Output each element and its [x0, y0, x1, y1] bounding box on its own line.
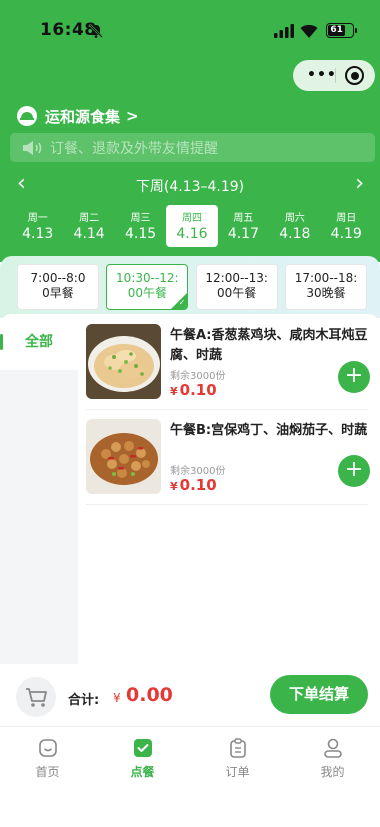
status-bar: 16:48 61 — [0, 20, 380, 44]
next-week-icon[interactable]: › — [355, 172, 364, 196]
category-sidebar: 全部 — [0, 314, 78, 664]
meal-period-selector: 7:00--8:0 0早餐 10:30--12: 00午餐 ✓ 12:00--13: 0… — [17, 264, 367, 310]
meal-lunch-1[interactable]: 10:30--12: 00午餐 ✓ — [106, 264, 189, 310]
tab-home[interactable]: 首页 — [0, 727, 95, 786]
day-fri[interactable]: 周五 4.17 — [218, 205, 269, 247]
add-to-cart-button[interactable]: + — [338, 455, 370, 487]
item-name: 午餐A:香葱蒸鸡块、咸肉木耳炖豆腐、时蔬 — [170, 328, 368, 363]
total-currency: ¥ — [113, 691, 121, 705]
day-date: 4.19 — [330, 226, 362, 242]
day-date: 4.15 — [124, 226, 157, 242]
capsule-divider — [335, 68, 336, 83]
item-divider — [86, 409, 368, 410]
meal-name: 30晚餐 — [306, 286, 346, 300]
meal-time: 7:00--8:0 — [30, 271, 86, 285]
tab-order-food[interactable]: 点餐 — [95, 727, 190, 786]
item-divider — [86, 504, 368, 505]
menu-item[interactable]: 午餐B:宫保鸡丁、油焖茄子、时蔬 剩余3000份 ¥0.10 + — [86, 411, 374, 506]
total-label: 合计: — [68, 693, 100, 708]
tab-label: 我的 — [320, 765, 345, 779]
close-miniapp-icon[interactable] — [345, 66, 364, 85]
bottom-tab-bar: 首页 点餐 订单 我的 — [0, 726, 380, 786]
category-all[interactable]: 全部 — [0, 314, 78, 370]
item-stock: 剩余3000份 — [170, 466, 226, 477]
meal-time: 10:30--12: — [116, 271, 179, 285]
day-weekday: 周五 — [233, 213, 254, 224]
meal-name: 0早餐 — [42, 286, 74, 300]
signal-icon — [274, 24, 294, 38]
meal-lunch-2[interactable]: 12:00--13: 00午餐 — [195, 264, 278, 310]
check-icon: ✓ — [178, 298, 186, 307]
day-weekday: 周二 — [79, 213, 100, 224]
week-title: 下周(4.13–4.19) — [135, 179, 245, 195]
day-date: 4.13 — [22, 226, 54, 242]
day-date: 4.14 — [73, 226, 105, 242]
day-date: 4.18 — [279, 226, 311, 242]
day-date: 4.16 — [176, 226, 208, 242]
day-weekday: 周日 — [336, 213, 357, 224]
home-icon — [38, 739, 57, 757]
wifi-icon — [300, 24, 318, 38]
shopping-cart-icon — [26, 688, 47, 707]
clipboard-icon — [229, 738, 246, 758]
add-to-cart-button[interactable]: + — [338, 361, 370, 393]
meal-name: 00午餐 — [217, 286, 257, 300]
kung-pao-chicken-photo — [86, 419, 161, 494]
day-weekday: 周六 — [284, 213, 305, 224]
notice-bar[interactable]: 订餐、退款及外带友情提醒 — [10, 133, 375, 162]
meal-breakfast[interactable]: 7:00--8:0 0早餐 — [17, 264, 99, 310]
day-selector: 周一 4.13 周二 4.14 周三 4.15 周四 4.16 周五 4.17 周六 4.1… — [12, 205, 372, 247]
notice-text: 订餐、退款及外带友情提醒 — [50, 140, 218, 157]
meal-name: 00午餐 — [127, 286, 167, 300]
page: 16:48 61 ••• 运和源食集 > 订餐、退款及外带友情提醒 ‹ 下周(4… — [0, 0, 380, 827]
day-sun[interactable]: 周日 4.19 — [321, 205, 372, 247]
item-name: 午餐B:宫保鸡丁、油焖茄子、时蔬 — [170, 423, 368, 438]
meal-time: 17:00--18: — [294, 271, 358, 285]
day-mon[interactable]: 周一 4.13 — [12, 205, 63, 247]
day-tue[interactable]: 周二 4.14 — [63, 205, 114, 247]
item-stock: 剩余3000份 — [170, 371, 226, 382]
price-currency: ¥ — [170, 385, 178, 398]
day-wed[interactable]: 周三 4.15 — [115, 205, 166, 247]
tab-label: 订单 — [225, 765, 250, 779]
tab-profile[interactable]: 我的 — [285, 727, 380, 786]
total-amount: 0.00 — [126, 684, 173, 706]
megaphone-icon — [23, 140, 42, 155]
store-selector[interactable]: 运和源食集 > — [17, 105, 139, 127]
miniapp-capsule: ••• — [293, 60, 375, 91]
day-weekday: 周一 — [27, 213, 48, 224]
price-value: 0.10 — [179, 476, 217, 494]
store-cloche-icon — [17, 106, 37, 126]
day-thu[interactable]: 周四 4.16 — [166, 205, 218, 247]
more-icon[interactable]: ••• — [307, 67, 337, 83]
item-price: ¥0.10 — [170, 381, 217, 399]
menu-item[interactable]: 午餐A:香葱蒸鸡块、咸肉木耳炖豆腐、时蔬 剩余3000份 ¥0.10 + — [86, 316, 374, 411]
tab-orders[interactable]: 订单 — [190, 727, 285, 786]
battery-icon: 61 — [326, 23, 357, 38]
cart-bar: 合计: ¥ 0.00 下单结算 — [0, 664, 380, 726]
tab-label: 点餐 — [130, 765, 155, 779]
meal-time: 12:00--13: — [205, 271, 268, 285]
store-name: 运和源食集 — [45, 107, 121, 126]
day-weekday: 周四 — [181, 213, 202, 224]
week-navigator: ‹ 下周(4.13–4.19) › — [0, 172, 380, 198]
silent-bell-icon — [89, 24, 103, 38]
price-value: 0.10 — [179, 381, 217, 399]
battery-level: 61 — [328, 25, 346, 36]
profile-icon — [323, 738, 342, 758]
cart-button[interactable] — [16, 677, 56, 717]
steamed-chicken-photo — [86, 324, 161, 399]
day-sat[interactable]: 周六 4.18 — [269, 205, 320, 247]
order-food-icon — [133, 739, 152, 757]
day-date: 4.17 — [227, 226, 259, 242]
day-weekday: 周三 — [130, 213, 151, 224]
meal-dinner[interactable]: 17:00--18: 30晚餐 — [284, 264, 367, 310]
tab-label: 首页 — [35, 765, 60, 779]
chevron-right-icon: > — [126, 107, 139, 125]
item-price: ¥0.10 — [170, 476, 217, 494]
price-currency: ¥ — [170, 480, 178, 493]
checkout-button[interactable]: 下单结算 — [270, 675, 368, 714]
